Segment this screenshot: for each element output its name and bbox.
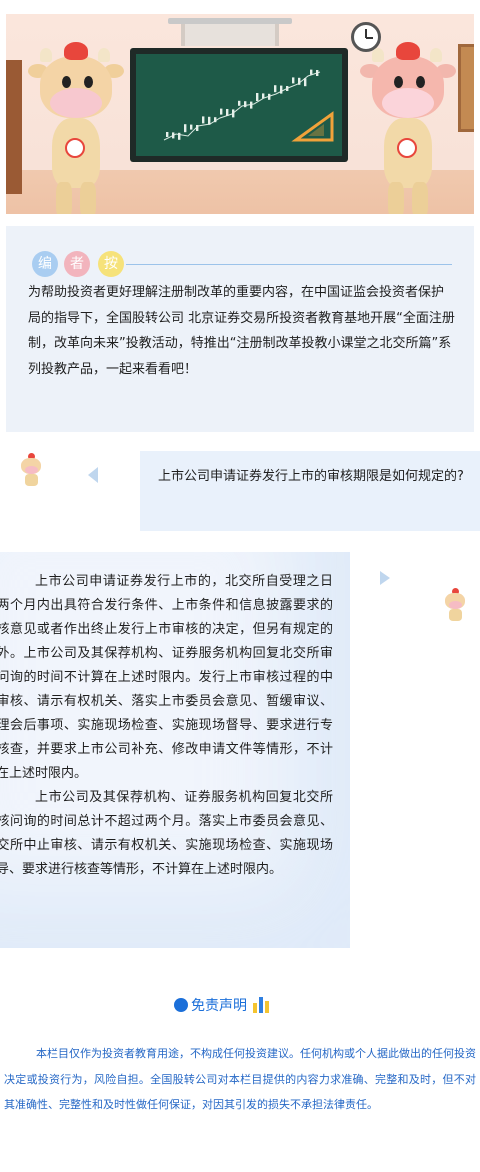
question-bubble: 上市公司申请证券发行上市的审核期限是如何规定的? [140,451,480,531]
disclaimer-heading: 免责声明 [174,994,271,1016]
chalk-candle [172,132,175,139]
chalk-candle [178,132,181,140]
chalk-candle [184,124,187,133]
editor-note-char-2: 者 [64,251,90,277]
disclaimer-text: 本栏目仅作为投资者教育用途，不构成任何投资建议。任何机构或个人据此做出的任何投资… [4,1047,476,1111]
answer-arrow-icon [380,571,390,585]
question-arrow-icon [88,467,98,483]
chalkboard [130,48,348,162]
bar-chart-icon-bar [259,997,263,1013]
chalk-candle [244,101,247,108]
right-mascot [358,42,458,214]
banner-illustration [6,14,474,214]
chalk-candle [220,108,223,115]
door [6,60,22,194]
answer-avatar-icon [442,587,468,621]
chalk-candle [256,93,259,101]
divider-line [126,264,452,265]
mascot-badge-icon [397,138,417,158]
chalk-candle [208,116,211,125]
chalk-candle [298,77,301,85]
question-text: 上市公司申请证券发行上市的审核期限是如何规定的? [158,469,464,484]
editor-note-char-1: 编 [32,251,58,277]
chalk-candle [250,101,253,109]
triangle-ruler [291,111,334,142]
question-avatar-icon [18,452,44,486]
editor-note-section: 编 者 按 为帮助投资者更好理解注册制改革的重要内容，在中国证监会投资者保护局的… [6,226,474,432]
bar-chart-icon-bar [253,1003,257,1013]
chalk-candle [286,86,289,91]
answer-paragraph: 上市公司申请证券发行上市的，北交所自受理之日起两个月内出具符合发行条件、上市条件… [0,574,333,781]
chalk-candle [190,124,193,130]
mascot-badge-icon [65,138,85,158]
chalk-candle [232,109,235,118]
stock-chart-drawing [163,69,334,142]
shelf-panel [181,24,279,46]
editor-note-char-3: 按 [98,251,124,277]
left-mascot [26,42,126,214]
chalk-candle [304,78,307,87]
chalk-candle [274,85,277,93]
chalk-candle [238,100,241,106]
editor-note-text: 为帮助投资者更好理解注册制改革的重要内容，在中国证监会投资者保护局的指导下，全国… [28,285,455,377]
disclaimer-title: 免责声明 [191,998,247,1014]
chalk-candle [214,117,217,123]
chalk-candle [268,93,271,100]
chalk-candle [310,69,313,75]
chalk-candle [292,77,295,84]
wall-frame [458,44,474,132]
chalk-candle [196,125,199,131]
chalk-candle [280,85,283,94]
chalk-candle [166,132,169,137]
bar-chart-icon-bar [265,1001,269,1013]
bullet-dot-icon [174,998,188,1012]
answer-bubble: 上市公司申请证券发行上市的，北交所自受理之日起两个月内出具符合发行条件、上市条件… [0,552,350,948]
bar-chart-icon [253,997,271,1013]
chalk-candle [316,70,319,76]
answer-paragraph: 上市公司及其保荐机构、证券服务机构回复北交所审核问询的时间总计不超过两个月。落实… [0,790,333,877]
chalk-candle [202,116,205,124]
chalk-candle [226,109,229,116]
chalk-candle [262,93,265,99]
